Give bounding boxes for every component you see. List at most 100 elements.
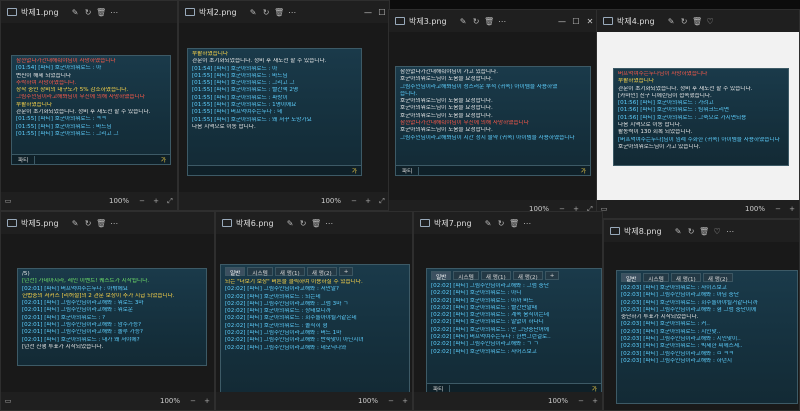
- more-icon[interactable]: ⋯: [496, 17, 509, 26]
- photo-window-4[interactable]: 박제4.png ✎ ↻ 🗑 ♡ 버프먹여주는누나님이 사망하였습니다 부활하였습…: [596, 9, 800, 219]
- rotate-icon[interactable]: ↻: [470, 17, 483, 26]
- zoom-in-icon[interactable]: +: [588, 397, 602, 405]
- zoom-in-icon[interactable]: +: [398, 397, 412, 405]
- title-bar[interactable]: 박제7.png ✎ ↻ 🗑 ⋯: [414, 212, 602, 234]
- rotate-icon[interactable]: ↻: [297, 219, 310, 228]
- more-icon[interactable]: ⋯: [108, 8, 121, 17]
- more-icon[interactable]: ⋯: [521, 219, 534, 228]
- delete-icon[interactable]: 🗑: [310, 219, 323, 228]
- photo-window-2[interactable]: 박제2.png ✎ ↻ 🗑 ⋯ — ☐ 부활하였습니다 관문이 초기화되었습니다…: [178, 0, 390, 211]
- tab-system[interactable]: 시스템: [247, 267, 273, 277]
- chat-input-bar[interactable]: 가: [188, 165, 361, 175]
- fullscreen-icon[interactable]: ⤢: [163, 197, 177, 206]
- send-button[interactable]: 가: [348, 167, 361, 175]
- edit-icon[interactable]: ✎: [482, 219, 495, 228]
- tab-general[interactable]: 일반: [225, 267, 246, 277]
- more-icon[interactable]: ⋯: [286, 8, 299, 17]
- more-icon[interactable]: ⋯: [724, 227, 737, 236]
- edit-icon[interactable]: ✎: [69, 8, 82, 17]
- tab-new-1[interactable]: 새 앵(1): [480, 271, 511, 281]
- rotate-icon[interactable]: ↻: [260, 8, 273, 17]
- photo-window-3[interactable]: 박제3.png ✎ ↻ 🗑 ⋯ — ☐ ✕ 잠깐없다가간대해줘야님이 가고 있습…: [388, 9, 598, 219]
- title-bar[interactable]: 박제2.png ✎ ↻ 🗑 ⋯ — ☐: [179, 1, 389, 23]
- delete-icon[interactable]: 🗑: [508, 219, 521, 228]
- status-bar: ▭ 100% − +: [597, 200, 799, 218]
- zoom-out-icon[interactable]: −: [186, 397, 200, 405]
- chat-line: [02:02] [파티] 호군아의워로드 : 계속 움직이는데: [431, 312, 549, 319]
- zoom-in-icon[interactable]: +: [361, 197, 375, 205]
- edit-icon[interactable]: ✎: [665, 17, 678, 26]
- maximize-icon[interactable]: ☐: [375, 8, 389, 17]
- tab-general[interactable]: 일반: [431, 271, 452, 281]
- rotate-icon[interactable]: ↻: [495, 219, 508, 228]
- send-button[interactable]: 가: [157, 156, 170, 164]
- tab-new-2[interactable]: 새 앵(2): [702, 273, 733, 283]
- zoom-out-icon[interactable]: −: [384, 397, 398, 405]
- delete-icon[interactable]: 🗑: [273, 8, 286, 17]
- tab-new-2[interactable]: 새 앵(2): [512, 271, 543, 281]
- edit-icon[interactable]: ✎: [672, 227, 685, 236]
- edit-icon[interactable]: ✎: [69, 219, 82, 228]
- edit-icon[interactable]: ✎: [457, 17, 470, 26]
- photo-window-5[interactable]: 박제5.png ✎ ↻ 🗑 ⋯ /5) [던전] 가데아시라, 레인 이벤트! …: [0, 211, 215, 411]
- fullscreen-icon[interactable]: ⤢: [375, 197, 389, 206]
- photo-window-6[interactable]: 박제6.png ✎ ↻ 🗑 ⋯ 일반 시스템 새 앵(1) 새 앵(2) + 되…: [215, 211, 413, 411]
- delete-icon[interactable]: 🗑: [691, 17, 704, 26]
- delete-icon[interactable]: 🗑: [483, 17, 496, 26]
- fit-icon[interactable]: ▭: [1, 397, 15, 405]
- tab-new-1[interactable]: 새 앵(1): [670, 273, 701, 283]
- chat-channel[interactable]: 파티: [396, 166, 420, 175]
- zoom-out-icon[interactable]: −: [771, 205, 785, 213]
- tab-new-2[interactable]: 새 앵(2): [306, 267, 337, 277]
- edit-icon[interactable]: ✎: [247, 8, 260, 17]
- photo-window-7[interactable]: 박제7.png ✎ ↻ 🗑 ⋯ 일반 시스템 새 앵(1) 새 앵(2) + […: [413, 211, 603, 411]
- chat-line: [01:55] [파티] 호군아의워로드 : 1명이에요: [192, 102, 297, 109]
- zoom-in-icon[interactable]: +: [200, 397, 214, 405]
- zoom-in-icon[interactable]: +: [785, 205, 799, 213]
- delete-icon[interactable]: 🗑: [95, 8, 108, 17]
- tab-system[interactable]: 시스템: [453, 271, 479, 281]
- rotate-icon[interactable]: ↻: [678, 17, 691, 26]
- rotate-icon[interactable]: ↻: [82, 8, 95, 17]
- more-icon[interactable]: ⋯: [108, 219, 121, 228]
- minimize-icon[interactable]: —: [555, 17, 569, 26]
- tab-general[interactable]: 일반: [621, 273, 642, 283]
- heart-icon[interactable]: ♡: [704, 17, 717, 26]
- zoom-out-icon[interactable]: −: [347, 197, 361, 205]
- photo-window-1[interactable]: 박제1.png ✎ ↻ 🗑 ⋯ 잠깐없다가간대해줘야님이 사망하였습니다 [01…: [0, 0, 178, 211]
- tab-add[interactable]: +: [338, 267, 354, 276]
- tab-add[interactable]: +: [544, 271, 560, 280]
- title-bar[interactable]: 박제6.png ✎ ↻ 🗑 ⋯: [216, 212, 412, 234]
- zoom-out-icon[interactable]: −: [135, 197, 149, 205]
- tab-system[interactable]: 시스템: [643, 273, 669, 283]
- delete-icon[interactable]: 🗑: [698, 227, 711, 236]
- fit-icon[interactable]: ▭: [1, 197, 15, 205]
- window-title: 박제8.png: [624, 226, 662, 236]
- title-bar[interactable]: 박제8.png ✎ ↻ 🗑 ♡ ⋯: [604, 220, 799, 242]
- close-icon[interactable]: ✕: [583, 17, 597, 26]
- maximize-icon[interactable]: ☐: [569, 17, 583, 26]
- chat-input-bar[interactable]: 파티 가: [396, 165, 590, 175]
- tab-new-1[interactable]: 새 앵(1): [274, 267, 305, 277]
- zoom-out-icon[interactable]: −: [574, 397, 588, 405]
- chat-line: 관문이 초기화되었습니다. 정비 후 재도전 할 수 있습니다.: [16, 109, 151, 116]
- rotate-icon[interactable]: ↻: [685, 227, 698, 236]
- chat-input-bar[interactable]: 파티 가: [12, 154, 170, 164]
- title-bar[interactable]: 박제5.png ✎ ↻ 🗑 ⋯: [1, 212, 214, 234]
- more-icon[interactable]: ⋯: [323, 219, 336, 228]
- chat-input-bar[interactable]: 파티 가: [427, 383, 601, 392]
- zoom-in-icon[interactable]: +: [149, 197, 163, 205]
- send-button[interactable]: 가: [577, 167, 590, 175]
- chat-channel[interactable]: 파티: [12, 155, 36, 164]
- chat-channel[interactable]: 파티: [427, 384, 451, 392]
- rotate-icon[interactable]: ↻: [82, 219, 95, 228]
- send-button[interactable]: 가: [588, 385, 601, 393]
- title-bar[interactable]: 박제4.png ✎ ↻ 🗑 ♡: [597, 10, 799, 32]
- edit-icon[interactable]: ✎: [284, 219, 297, 228]
- delete-icon[interactable]: 🗑: [95, 219, 108, 228]
- photo-window-8[interactable]: 박제8.png ✎ ↻ 🗑 ♡ ⋯ 일반 시스템 새 앵(1) 새 앵(2) […: [603, 219, 800, 411]
- minimize-icon[interactable]: —: [361, 8, 375, 17]
- heart-icon[interactable]: ♡: [711, 227, 724, 236]
- title-bar[interactable]: 박제3.png ✎ ↻ 🗑 ⋯ — ☐ ✕: [389, 10, 597, 32]
- title-bar[interactable]: 박제1.png ✎ ↻ 🗑 ⋯: [1, 1, 177, 23]
